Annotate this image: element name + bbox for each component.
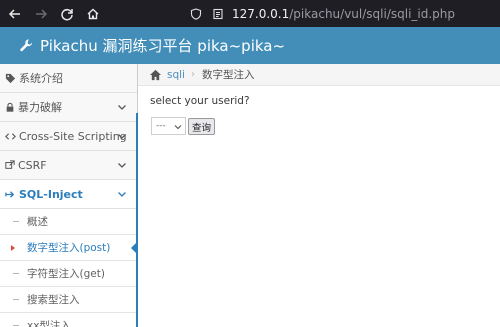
divider [13, 273, 19, 274]
chevron-down-icon [174, 125, 182, 130]
userid-select[interactable]: --- [151, 117, 186, 135]
shield-icon[interactable] [188, 6, 204, 22]
sidebar-item-label: SQL-Inject [19, 187, 83, 201]
app-header: Pikachu 漏洞练习平台 pika~pika~ [0, 27, 500, 64]
home-icon[interactable] [149, 68, 162, 81]
wrench-icon [18, 38, 34, 54]
page-info-icon[interactable] [210, 6, 226, 22]
sub-item-search[interactable]: 搜索型注入 [0, 287, 137, 313]
url-text[interactable]: 127.0.0.1/pikachu/vul/sqli/sqli_id.php [232, 7, 455, 21]
sidebar: 系统介绍 暴力破解 Cross-Site Scripting CSRF SQL-… [0, 64, 138, 327]
userid-select-value: --- [156, 121, 166, 131]
sub-item-label: 数字型注入(post) [27, 242, 111, 254]
sub-item-string-get[interactable]: 字符型注入(get) [0, 261, 137, 287]
sub-item-numeric-post[interactable]: 数字型注入(post) [0, 235, 137, 261]
home-button[interactable] [82, 3, 104, 25]
sub-item-label: xx型注入 [27, 320, 71, 327]
url-host: 127.0.0.1 [232, 6, 290, 21]
caret-right-icon [11, 245, 15, 251]
reload-button[interactable] [56, 3, 78, 25]
forward-arrow-icon [36, 8, 48, 19]
breadcrumb-link-sqli[interactable]: sqli [167, 69, 185, 81]
active-indicator [136, 113, 138, 327]
sub-item-overview[interactable]: 概述 [0, 209, 137, 235]
back-button[interactable] [4, 3, 26, 25]
breadcrumb: sqli › 数字型注入 [138, 64, 500, 86]
chevron-down-icon [118, 192, 126, 197]
divider [13, 299, 19, 300]
forward-button[interactable] [30, 3, 52, 25]
sub-item-xx[interactable]: xx型注入 [0, 313, 137, 327]
sub-item-label: 字符型注入(get) [27, 268, 105, 280]
query-button[interactable]: 查询 [188, 118, 215, 135]
chevron-down-icon [118, 105, 126, 110]
sidebar-item-label: 暴力破解 [18, 101, 62, 114]
address-bar[interactable]: 127.0.0.1/pikachu/vul/sqli/sqli_id.php [182, 3, 500, 24]
sidebar-item-label: Cross-Site Scripting [19, 129, 127, 143]
arrow-icon [5, 190, 15, 198]
sidebar-item-sqli[interactable]: SQL-Inject [0, 180, 137, 209]
back-arrow-icon [8, 8, 20, 19]
sub-item-label: 概述 [27, 216, 48, 228]
sidebar-item-intro[interactable]: 系统介绍 [0, 64, 137, 93]
tag-icon [5, 73, 16, 83]
divider [13, 221, 19, 222]
share-icon [5, 160, 15, 169]
userid-prompt: select your userid? [150, 95, 250, 107]
sidebar-item-bruteforce[interactable]: 暴力破解 [0, 93, 137, 122]
sidebar-item-label: CSRF [18, 158, 47, 172]
sub-item-label: 搜索型注入 [27, 294, 80, 306]
lock-icon [6, 102, 14, 112]
home-icon [87, 8, 99, 19]
url-path: /pikachu/vul/sqli/sqli_id.php [289, 6, 456, 21]
sidebar-item-label: 系统介绍 [19, 72, 63, 85]
app-title[interactable]: Pikachu 漏洞练习平台 pika~pika~ [40, 35, 285, 56]
code-icon [5, 132, 16, 140]
browser-toolbar: 127.0.0.1/pikachu/vul/sqli/sqli_id.php [0, 0, 500, 27]
sidebar-item-csrf[interactable]: CSRF [0, 151, 137, 180]
breadcrumb-current: 数字型注入 [201, 69, 255, 81]
chevron-down-icon [118, 134, 126, 139]
chevron-down-icon [118, 163, 126, 168]
sidebar-item-xss[interactable]: Cross-Site Scripting [0, 122, 137, 151]
breadcrumb-separator: › [190, 69, 195, 80]
divider [13, 325, 19, 326]
reload-icon [61, 8, 73, 20]
